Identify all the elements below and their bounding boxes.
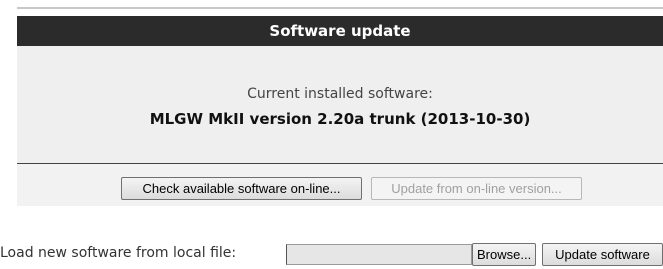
browse-button[interactable]: Browse... bbox=[472, 243, 536, 266]
software-update-panel: Software update Current installed softwa… bbox=[17, 16, 663, 164]
local-file-label: Load new software from local file: bbox=[0, 245, 237, 261]
update-from-online-button[interactable]: Update from on-line version... bbox=[371, 177, 582, 200]
software-update-page: Software update Current installed softwa… bbox=[0, 0, 663, 269]
panel-title: Software update bbox=[17, 16, 663, 46]
current-software-label: Current installed software: bbox=[247, 86, 433, 102]
local-file-path-input[interactable] bbox=[286, 244, 472, 265]
top-divider bbox=[17, 7, 663, 9]
installed-version: MLGW MkII version 2.20a trunk (2013-10-3… bbox=[149, 110, 531, 128]
update-software-button[interactable]: Update software bbox=[542, 243, 663, 266]
check-online-button[interactable]: Check available software on-line... bbox=[121, 177, 362, 200]
